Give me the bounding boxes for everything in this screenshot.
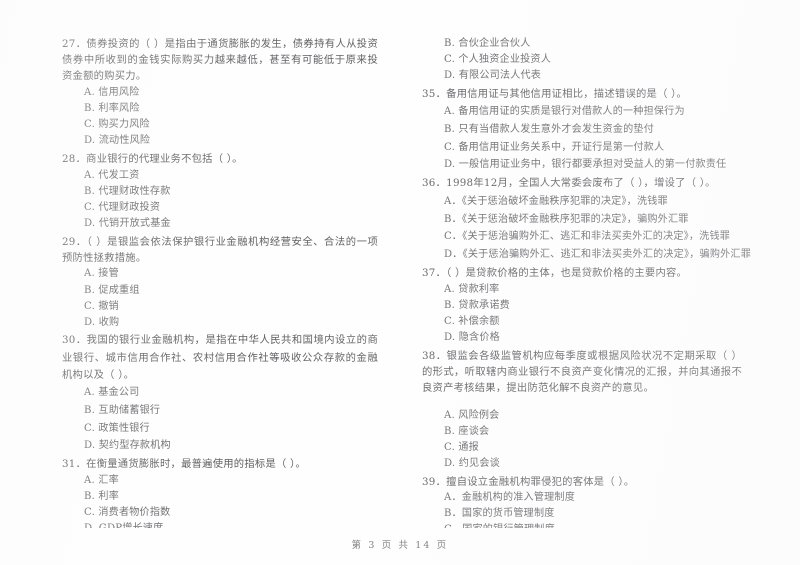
question-27-option-b: B. 利率风险 <box>84 103 140 115</box>
question-34-continued: B. 合伙企业合伙人 C. 个人独资企业投资人 D. 有限公司法人代表 <box>422 36 742 84</box>
question-36-stem: 36．1998年12月，全国人大常委会废布了（ ），增设了（ ）。 <box>422 177 716 190</box>
question-31-option-d: D. GDP增长速度 <box>84 521 378 528</box>
question-38-option-a: A. 风险例会 <box>444 409 500 421</box>
question-38: 38．银监会各级监管机构应每季度或根据风险状况不定期采取（ ）的形式，听取辖内商… <box>422 348 742 472</box>
question-27-option-c: C. 购买力风险 <box>84 119 150 131</box>
question-28-option-a: A. 代发工资 <box>84 169 140 181</box>
question-39-option-c: C．国家的银行管理制度 <box>444 522 742 528</box>
question-28-option-c: C. 代理财政投资 <box>84 201 161 213</box>
question-37-stem: 37．（ ）是贷款价格的主体，也是贷款价格的主要内容。 <box>422 266 688 279</box>
two-column-body: 27．债券投资的（ ）是指由于通货膨胀的发生，债券持有人从投资债券中所收到的金钱… <box>0 0 800 528</box>
question-34-option-c: C. 个人独资企业投资人 <box>444 54 552 66</box>
question-27-option-a: A. 信用风险 <box>84 87 140 99</box>
question-29-stem: 29．（ ）是银监会依法保护银行业金融机构经营安全、合法的一项预防性拯救措施。 <box>62 235 378 264</box>
question-29-option-a: A. 接管 <box>84 268 119 280</box>
question-38-option-b: B. 座谈会 <box>444 425 490 437</box>
question-39-option-a: A．金融机构的准入管理制度 <box>444 492 576 504</box>
question-36-option-d: D．《关于惩治骗购外汇、逃汇和非法买卖外汇的决定》，骗购外汇罪 <box>444 248 752 260</box>
question-38-gap <box>422 397 742 408</box>
question-37-option-d: D. 隐含价格 <box>444 331 500 343</box>
question-30: 30．我国的银行业金融机构，是指在中华人民共和国境内设立的商业银行、城市信用合作… <box>62 332 378 454</box>
question-30-stem: 30．我国的银行业金融机构，是指在中华人民共和国境内设立的商业银行、城市信用合作… <box>62 334 378 381</box>
question-36-option-b: B．《关于惩治破坏金融秩序犯罪的决定》，骗购外汇罪 <box>444 213 689 225</box>
question-27: 27．债券投资的（ ）是指由于通货膨胀的发生，债券持有人从投资债券中所收到的金钱… <box>62 36 378 149</box>
question-27-stem: 27．债券投资的（ ）是指由于通货膨胀的发生，债券持有人从投资债券中所收到的金钱… <box>62 38 378 83</box>
question-39: 39．擅自设立金融机构罪侵犯的客体是（ ）。 A．金融机构的准入管理制度 B．国… <box>422 474 742 529</box>
question-35-option-a: A. 备用信用证的实质是银行对借款人的一种担保行为 <box>444 106 685 118</box>
question-30-option-b: B. 互助储蓄银行 <box>84 405 161 417</box>
question-34-option-d: D. 有限公司法人代表 <box>444 70 542 82</box>
question-38-option-c: C. 通报 <box>444 441 479 453</box>
question-31-option-b: B. 利率 <box>84 491 120 503</box>
left-column: 27．债券投资的（ ）是指由于通货膨胀的发生，债券持有人从投资债券中所收到的金钱… <box>0 36 400 528</box>
question-35-option-c: C. 备用信用证业务关系中，开证行是第一付款人 <box>444 141 665 153</box>
question-31: 31．在衡量通货膨胀时，最普遍使用的指标是（ ）。 A. 汇率 B. 利率 C.… <box>62 456 378 528</box>
question-31-option-c: C. 消费者物价指数 <box>84 507 171 519</box>
question-37: 37．（ ）是贷款价格的主体，也是贷款价格的主要内容。 A. 贷款利率 B. 贷… <box>422 265 742 346</box>
question-30-option-c: C. 政策性银行 <box>84 422 150 434</box>
question-28: 28．商业银行的代理业务不包括（ ）。 A. 代发工资 B. 代理财政性存款 C… <box>62 151 378 232</box>
question-30-option-d: D. 契约型存款机构 <box>84 440 171 452</box>
question-35: 35．备用信用证与其他信用证相比，描述错误的是（ ）。 A. 备用信用证的实质是… <box>422 86 742 174</box>
question-28-option-d: D. 代销开放式基金 <box>84 217 171 229</box>
question-37-option-b: B. 贷款承诺费 <box>444 299 510 311</box>
question-39-option-b: B．国家的货币管理制度 <box>444 508 555 520</box>
question-38-option-d: D. 约见会谈 <box>444 457 500 469</box>
question-30-option-a: A. 基金公司 <box>84 387 140 399</box>
question-37-option-a: A. 贷款利率 <box>444 283 500 295</box>
question-27-option-d: D. 流动性风险 <box>84 135 151 147</box>
question-39-stem: 39．擅自设立金融机构罪侵犯的客体是（ ）。 <box>422 475 635 488</box>
page-footer: 第 3 页 共 14 页 <box>351 540 449 551</box>
question-29-option-c: C. 撤销 <box>84 300 119 312</box>
question-36: 36．1998年12月，全国人大常委会废布了（ ），增设了（ ）。 A．《关于惩… <box>422 175 752 263</box>
document-page: 27．债券投资的（ ）是指由于通货膨胀的发生，债券持有人从投资债券中所收到的金钱… <box>0 0 800 565</box>
question-35-stem: 35．备用信用证与其他信用证相比，描述错误的是（ ）。 <box>422 87 688 100</box>
question-28-option-b: B. 代理财政性存款 <box>84 185 171 197</box>
right-column: B. 合伙企业合伙人 C. 个人独资企业投资人 D. 有限公司法人代表 35．备… <box>400 36 800 528</box>
question-36-option-a: A．《关于惩治破坏金融秩序犯罪的决定》，洗钱罪 <box>444 196 668 208</box>
question-31-option-a: A. 汇率 <box>84 475 119 487</box>
question-37-option-c: C. 补偿余额 <box>444 315 500 327</box>
question-34-option-b: B. 合伙企业合伙人 <box>444 38 531 49</box>
question-29-option-d: D. 收购 <box>84 316 120 328</box>
question-31-stem: 31．在衡量通货膨胀时，最普遍使用的指标是（ ）。 <box>62 458 307 471</box>
question-28-stem: 28．商业银行的代理业务不包括（ ）。 <box>62 152 243 165</box>
question-36-option-c: C．《关于惩治骗购外汇、逃汇和非法买卖外汇的决定》，洗钱罪 <box>444 231 731 243</box>
question-29: 29．（ ）是银监会依法保护银行业金融机构经营安全、合法的一项预防性拯救措施。 … <box>62 234 378 331</box>
question-35-option-b: B. 只有当借款人发生意外才会发生资金的垫付 <box>444 124 655 136</box>
question-38-stem: 38．银监会各级监管机构应每季度或根据风险状况不定期采取（ ）的形式，听取辖内商… <box>422 349 742 394</box>
question-29-option-b: B. 促成重组 <box>84 284 140 296</box>
question-35-option-d: D. 一般信用证业务中，银行都要承担对受益人的第一付款责任 <box>444 159 727 171</box>
